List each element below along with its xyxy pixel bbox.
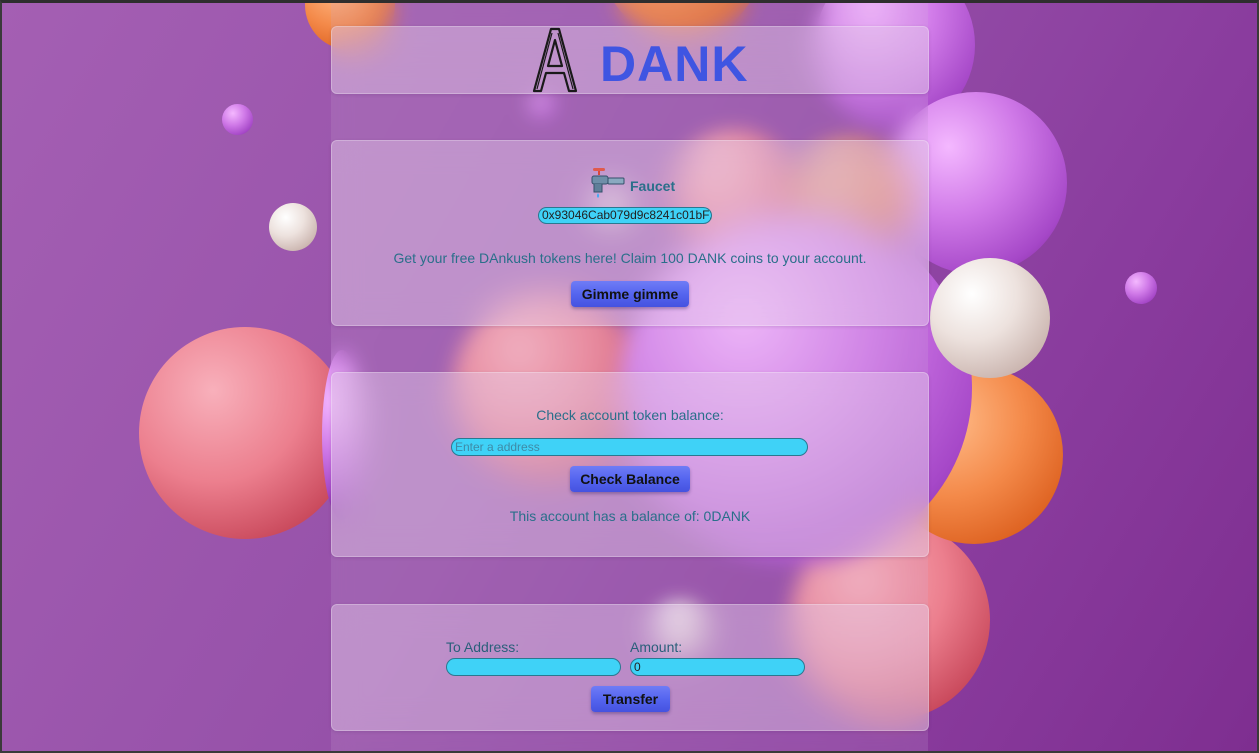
letter-a-outline-icon xyxy=(528,25,582,97)
brand-title: DANK xyxy=(600,36,749,92)
bg-ball xyxy=(269,203,317,251)
address-input[interactable] xyxy=(451,438,808,456)
gimme-gimme-button[interactable]: Gimme gimme xyxy=(571,281,689,307)
check-balance-button[interactable]: Check Balance xyxy=(570,466,690,492)
faucet-card: Faucet 0x93046Cab079d9c8241c01bF2 Get yo… xyxy=(331,140,929,326)
header-bar: DANK xyxy=(331,26,929,94)
transfer-button[interactable]: Transfer xyxy=(591,686,670,712)
faucet-heading: Faucet xyxy=(590,167,675,204)
faucet-title: Faucet xyxy=(630,177,676,194)
to-address-input[interactable] xyxy=(446,658,621,676)
transfer-card: To Address: Amount: Transfer xyxy=(331,604,929,731)
to-address-label: To Address: xyxy=(446,639,520,655)
bg-ball xyxy=(1125,272,1157,304)
bg-ball xyxy=(222,104,253,135)
amount-label: Amount: xyxy=(630,639,683,655)
faucet-message: Get your free DAnkush tokens here! Claim… xyxy=(393,250,867,266)
balance-result: This account has a balance of: 0DANK xyxy=(509,508,751,524)
bg-ball xyxy=(139,327,351,539)
balance-card: Check account token balance: Check Balan… xyxy=(331,372,929,557)
balance-heading: Check account token balance: xyxy=(536,407,724,423)
bg-ball xyxy=(930,258,1050,378)
water-tap-icon xyxy=(590,167,626,204)
contract-address-pill: 0x93046Cab079d9c8241c01bF2 xyxy=(538,207,712,224)
amount-input[interactable] xyxy=(630,658,805,676)
